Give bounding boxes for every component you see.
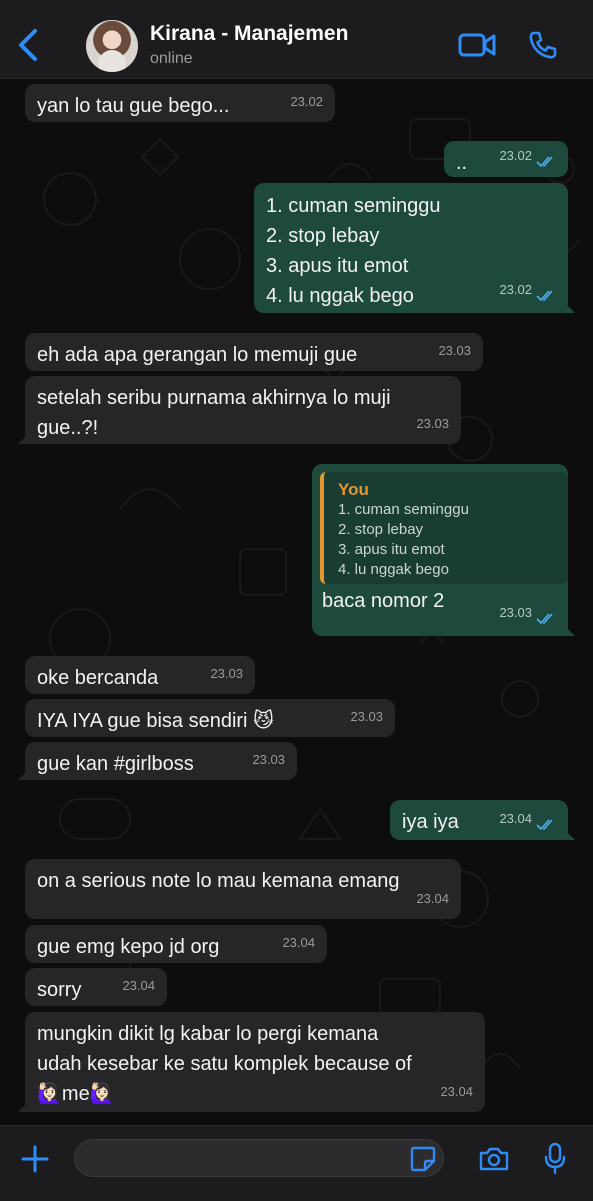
bubble-tail [561, 299, 575, 313]
reply-quote[interactable]: You 1. cuman seminggu 2. stop lebay 3. a… [320, 472, 568, 584]
reply-line: 3. apus itu emot [338, 541, 445, 558]
message-text: iya iya [402, 811, 459, 833]
message-text: yan lo tau gue bego... [37, 95, 230, 117]
plus-icon[interactable] [20, 1144, 50, 1174]
message-time: 23.04 [440, 1084, 473, 1099]
message-line: 1. cuman seminggu [266, 195, 441, 217]
reply-line: 4. lu nggak bego [338, 561, 449, 578]
message-text: IYA IYA gue bisa sendiri 😼 [37, 710, 274, 732]
message-line: gue..?! [37, 417, 99, 439]
message-time: 23.03 [350, 709, 383, 724]
message-text: oke bercanda [37, 667, 159, 689]
message-time: 23.04 [499, 811, 532, 826]
message-time: 23.02 [499, 148, 532, 163]
message-text: on a serious note lo mau kemana emang [37, 870, 400, 892]
message-bubble[interactable]: sorry 23.04 [25, 968, 167, 1006]
chat-header: Kirana - Manajemen online [0, 0, 593, 79]
message-time: 23.04 [122, 978, 155, 993]
message-text: .. [456, 152, 468, 174]
bubble-tail [18, 766, 32, 780]
phone-icon[interactable] [528, 30, 558, 60]
message-time: 23.02 [499, 282, 532, 297]
bubble-tail [18, 1098, 32, 1112]
message-bubble[interactable]: IYA IYA gue bisa sendiri 😼 23.03 [25, 699, 395, 737]
message-text: baca nomor 2 [322, 590, 445, 612]
message-line: setelah seribu purnama akhirnya lo muji [37, 387, 391, 409]
message-bubble[interactable]: oke bercanda 23.03 [25, 656, 255, 694]
reply-line: 1. cuman seminggu [338, 501, 469, 518]
message-bubble[interactable]: yan lo tau gue bego... 23.02 [25, 84, 335, 122]
bubble-tail [18, 430, 32, 444]
message-time: 23.03 [416, 416, 449, 431]
camera-icon[interactable] [478, 1146, 510, 1172]
message-input[interactable] [74, 1139, 444, 1177]
message-line: mungkin dikit lg kabar lo pergi kemana [37, 1023, 379, 1045]
message-time: 23.03 [252, 752, 285, 767]
bubble-tail [561, 622, 575, 636]
message-bubble[interactable]: gue kan #girlboss 23.03 [18, 742, 297, 780]
sticker-icon[interactable] [410, 1146, 436, 1172]
message-text: gue kan #girlboss [37, 753, 194, 775]
message-line: 🙋🏻‍♀️me🙋🏻‍♀️ [37, 1083, 115, 1105]
read-receipt-icon [536, 613, 553, 625]
video-camera-icon[interactable] [458, 32, 496, 58]
reply-author: You [338, 480, 369, 499]
message-list[interactable]: yan lo tau gue bego... 23.02 .. 23.02 1.… [0, 79, 593, 1125]
message-bubble[interactable]: eh ada apa gerangan lo memuji gue 23.03 [25, 333, 483, 371]
message-bubble[interactable]: on a serious note lo mau kemana emang 23… [25, 859, 461, 919]
reply-line: 2. stop lebay [338, 521, 424, 538]
read-receipt-icon [536, 819, 553, 831]
message-line: udah kesebar ke satu komplek because of [37, 1053, 412, 1075]
chevron-left-icon[interactable] [14, 28, 44, 62]
message-time: 23.03 [210, 666, 243, 681]
message-time: 23.02 [290, 94, 323, 109]
message-text: gue emg kepo jd org [37, 936, 220, 958]
contact-name[interactable]: Kirana - Manajemen [150, 22, 348, 46]
message-time: 23.03 [438, 343, 471, 358]
message-time: 23.04 [416, 891, 449, 906]
message-time: 23.03 [499, 605, 532, 620]
input-bar [0, 1125, 593, 1201]
message-text: sorry [37, 979, 82, 1001]
avatar[interactable] [86, 20, 138, 72]
read-receipt-icon [536, 156, 553, 168]
message-bubble[interactable]: .. 23.02 [444, 141, 568, 177]
contact-status: online [150, 50, 193, 67]
message-bubble[interactable]: You 1. cuman seminggu 2. stop lebay 3. a… [312, 464, 575, 636]
read-receipt-icon [536, 290, 553, 302]
message-line: 2. stop lebay [266, 225, 380, 247]
message-time: 23.04 [282, 935, 315, 950]
message-bubble[interactable]: setelah seribu purnama akhirnya lo muji … [18, 376, 461, 444]
message-bubble[interactable]: 1. cuman seminggu 2. stop lebay 3. apus … [254, 183, 575, 313]
microphone-icon[interactable] [544, 1142, 566, 1174]
message-bubble[interactable]: mungkin dikit lg kabar lo pergi kemana u… [18, 1012, 485, 1112]
message-text: eh ada apa gerangan lo memuji gue [37, 344, 358, 366]
message-bubble[interactable]: gue emg kepo jd org 23.04 [25, 925, 327, 963]
bubble-tail [561, 826, 575, 840]
message-bubble[interactable]: iya iya 23.04 [390, 800, 575, 840]
